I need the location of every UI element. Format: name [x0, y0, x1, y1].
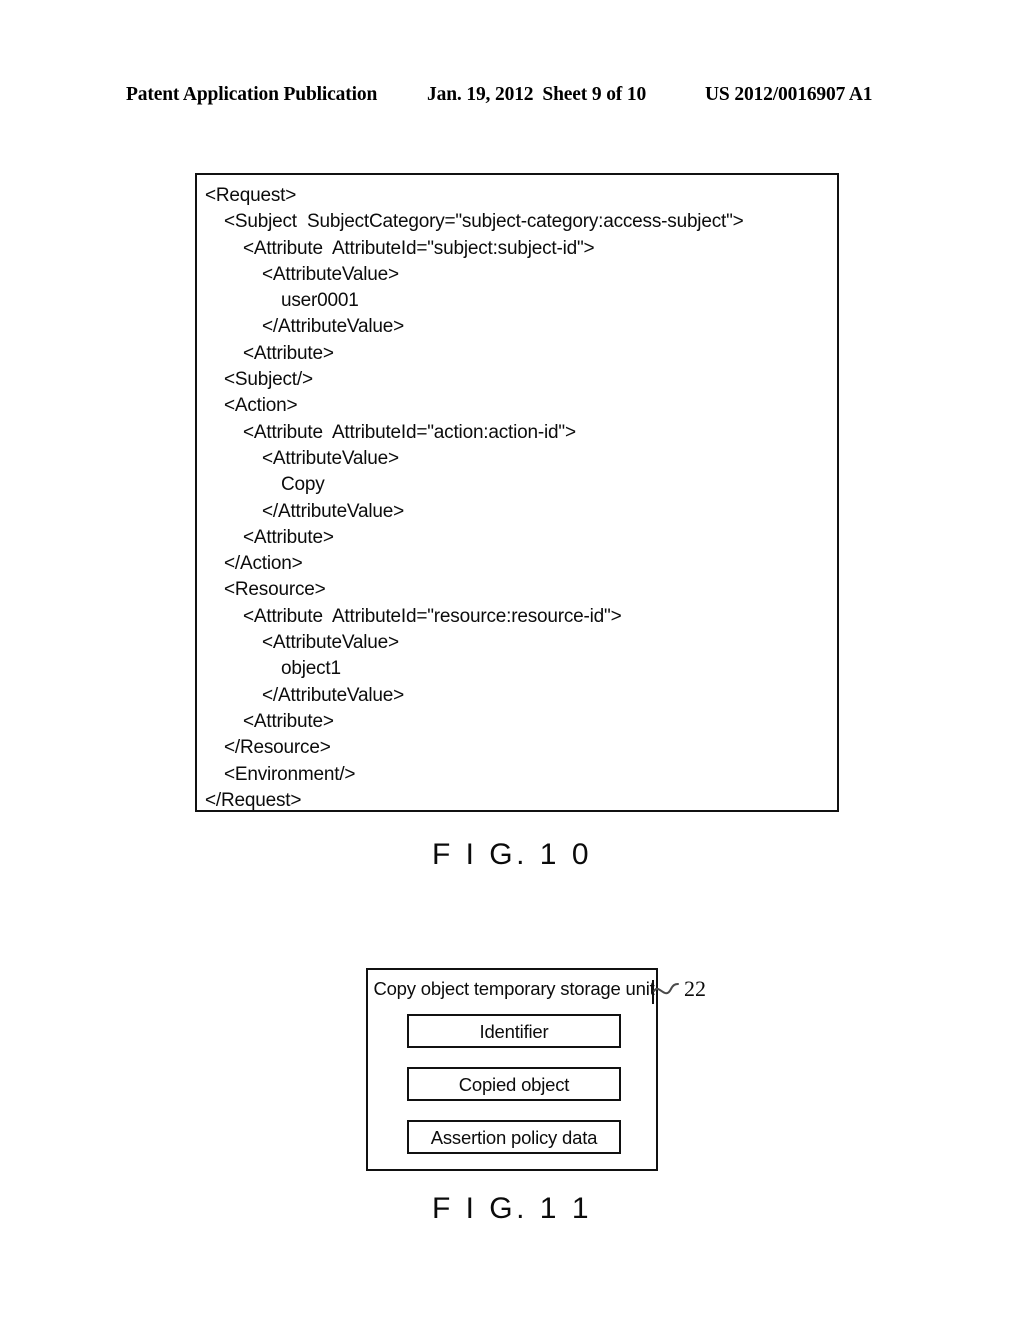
fig10-code-listing-box: <Request> <Subject SubjectCategory="subje… [195, 173, 839, 812]
header-publication-number: US 2012/0016907 A1 [705, 84, 873, 105]
code-line: <AttributeValue> [262, 447, 399, 469]
code-line: <Action> [224, 395, 298, 417]
fig10-code-lines: <Request> <Subject SubjectCategory="subje… [203, 183, 833, 811]
header-date: Jan. 19, 2012 [427, 84, 534, 105]
code-line: <Request> [205, 185, 297, 206]
code-line: <Environment/> [224, 763, 356, 785]
code-line: <Resource> [224, 579, 326, 601]
code-line: <Subject SubjectCategory="subject-catego… [224, 211, 744, 233]
fig11-reference-numeral: 22 [684, 976, 706, 1001]
fig11-outer-box: Copy object temporary storage unit Ident… [366, 968, 658, 1171]
fig11-inner-box: Identifier [407, 1014, 621, 1048]
code-line: <Attribute> [243, 342, 334, 364]
fig11-diagram: Copy object temporary storage unit Ident… [366, 968, 706, 1174]
header-publication-label: Patent Application Publication [126, 84, 378, 105]
fig11-inner-box: Copied object [407, 1067, 621, 1101]
code-line: <Attribute AttributeId="action:action-id… [243, 421, 576, 443]
code-line: </AttributeValue> [262, 684, 405, 706]
page-header: Patent Application Publication Jan. 19, … [0, 84, 1024, 114]
header-sheet: Sheet 9 of 10 [542, 84, 647, 105]
fig10-caption: F I G. 1 0 [431, 838, 593, 871]
code-line: </Resource> [224, 737, 331, 759]
fig11-outer-box-label: Copy object temporary storage unit [373, 978, 655, 999]
fig11-inner-box-list: Identifier Copied object Assertion policy … [407, 1014, 621, 1154]
code-line: <Attribute> [243, 526, 334, 548]
code-line: <Attribute AttributeId="resource:resourc… [243, 605, 622, 627]
code-line: <AttributeValue> [262, 263, 399, 285]
fig11-caption: F I G. 1 1 [431, 1192, 593, 1225]
code-line: </AttributeValue> [262, 316, 405, 338]
code-line: </Request> [205, 789, 302, 811]
code-line: <Subject/> [224, 369, 313, 391]
fig11-inner-box: Assertion policy data [407, 1120, 621, 1154]
code-line: <Attribute AttributeId="subject:subject-… [243, 237, 595, 259]
code-line: user0001 [281, 290, 359, 312]
code-line: </Action> [224, 553, 303, 575]
code-line: <Attribute> [243, 710, 334, 732]
code-line: Copy [281, 474, 325, 496]
header-date-sheet: Jan. 19, 2012 Sheet 9 of 10 [427, 84, 646, 106]
code-line: </AttributeValue> [262, 500, 405, 522]
code-line: object1 [281, 658, 341, 680]
code-line: <AttributeValue> [262, 632, 399, 654]
